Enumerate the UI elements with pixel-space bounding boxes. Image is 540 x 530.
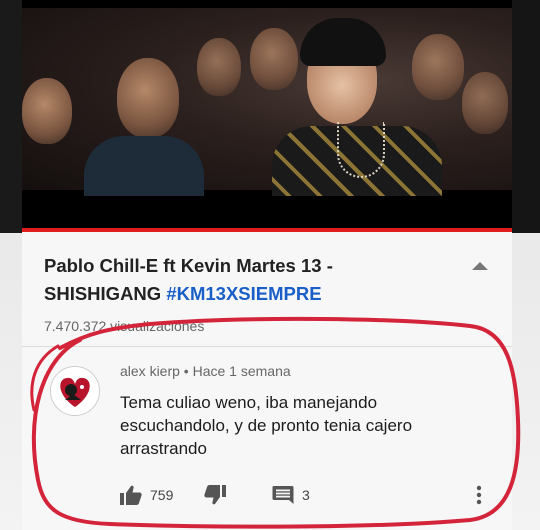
comment-author-avatar[interactable] (50, 366, 100, 416)
heart-avatar-icon (51, 367, 99, 415)
crowd-face (22, 78, 72, 144)
meta-separator: • (179, 363, 193, 379)
singer-chain (337, 122, 385, 178)
crowd-face (412, 34, 464, 100)
crowd-face (250, 28, 298, 90)
crowd-face (197, 38, 241, 96)
person-shirt (84, 136, 204, 196)
video-hashtag-link[interactable]: #KM13XSIEMPRE (166, 283, 321, 304)
reply-count: 3 (302, 487, 310, 503)
comment-actions: 759 3 (120, 483, 500, 507)
like-count: 759 (150, 487, 174, 503)
chevron-up-icon[interactable] (472, 262, 488, 270)
reply-button[interactable]: 3 (272, 483, 310, 507)
view-count: 7.470.372 visualizaciones (44, 318, 205, 334)
dislike-button[interactable] (204, 483, 226, 507)
thumbs-down-icon (204, 485, 226, 505)
singer-beanie (300, 18, 386, 66)
right-photo-border (512, 0, 540, 530)
video-details: Pablo Chill-E ft Kevin Martes 13 - SHISH… (22, 232, 512, 530)
crowd-face (462, 72, 508, 134)
comment-body: Tema culiao weno, iba manejando escuchan… (120, 393, 413, 458)
comment-header: alex kierp • Hace 1 semana (120, 363, 291, 379)
video-frame (22, 8, 512, 196)
more-options-button[interactable] (476, 483, 482, 507)
like-button[interactable]: 759 (120, 483, 173, 507)
section-divider (22, 346, 512, 347)
comment-author[interactable]: alex kierp (120, 363, 180, 379)
screenshot-frame: Pablo Chill-E ft Kevin Martes 13 - SHISH… (0, 0, 540, 530)
left-photo-border (0, 0, 22, 530)
comment-time: Hace 1 semana (192, 363, 291, 379)
video-title: Pablo Chill-E ft Kevin Martes 13 - SHISH… (44, 252, 444, 308)
more-vertical-icon (476, 485, 482, 505)
reply-comment-icon (272, 486, 294, 504)
video-player[interactable] (22, 0, 512, 228)
thumbs-up-icon (120, 485, 142, 505)
crowd-face (117, 58, 179, 138)
